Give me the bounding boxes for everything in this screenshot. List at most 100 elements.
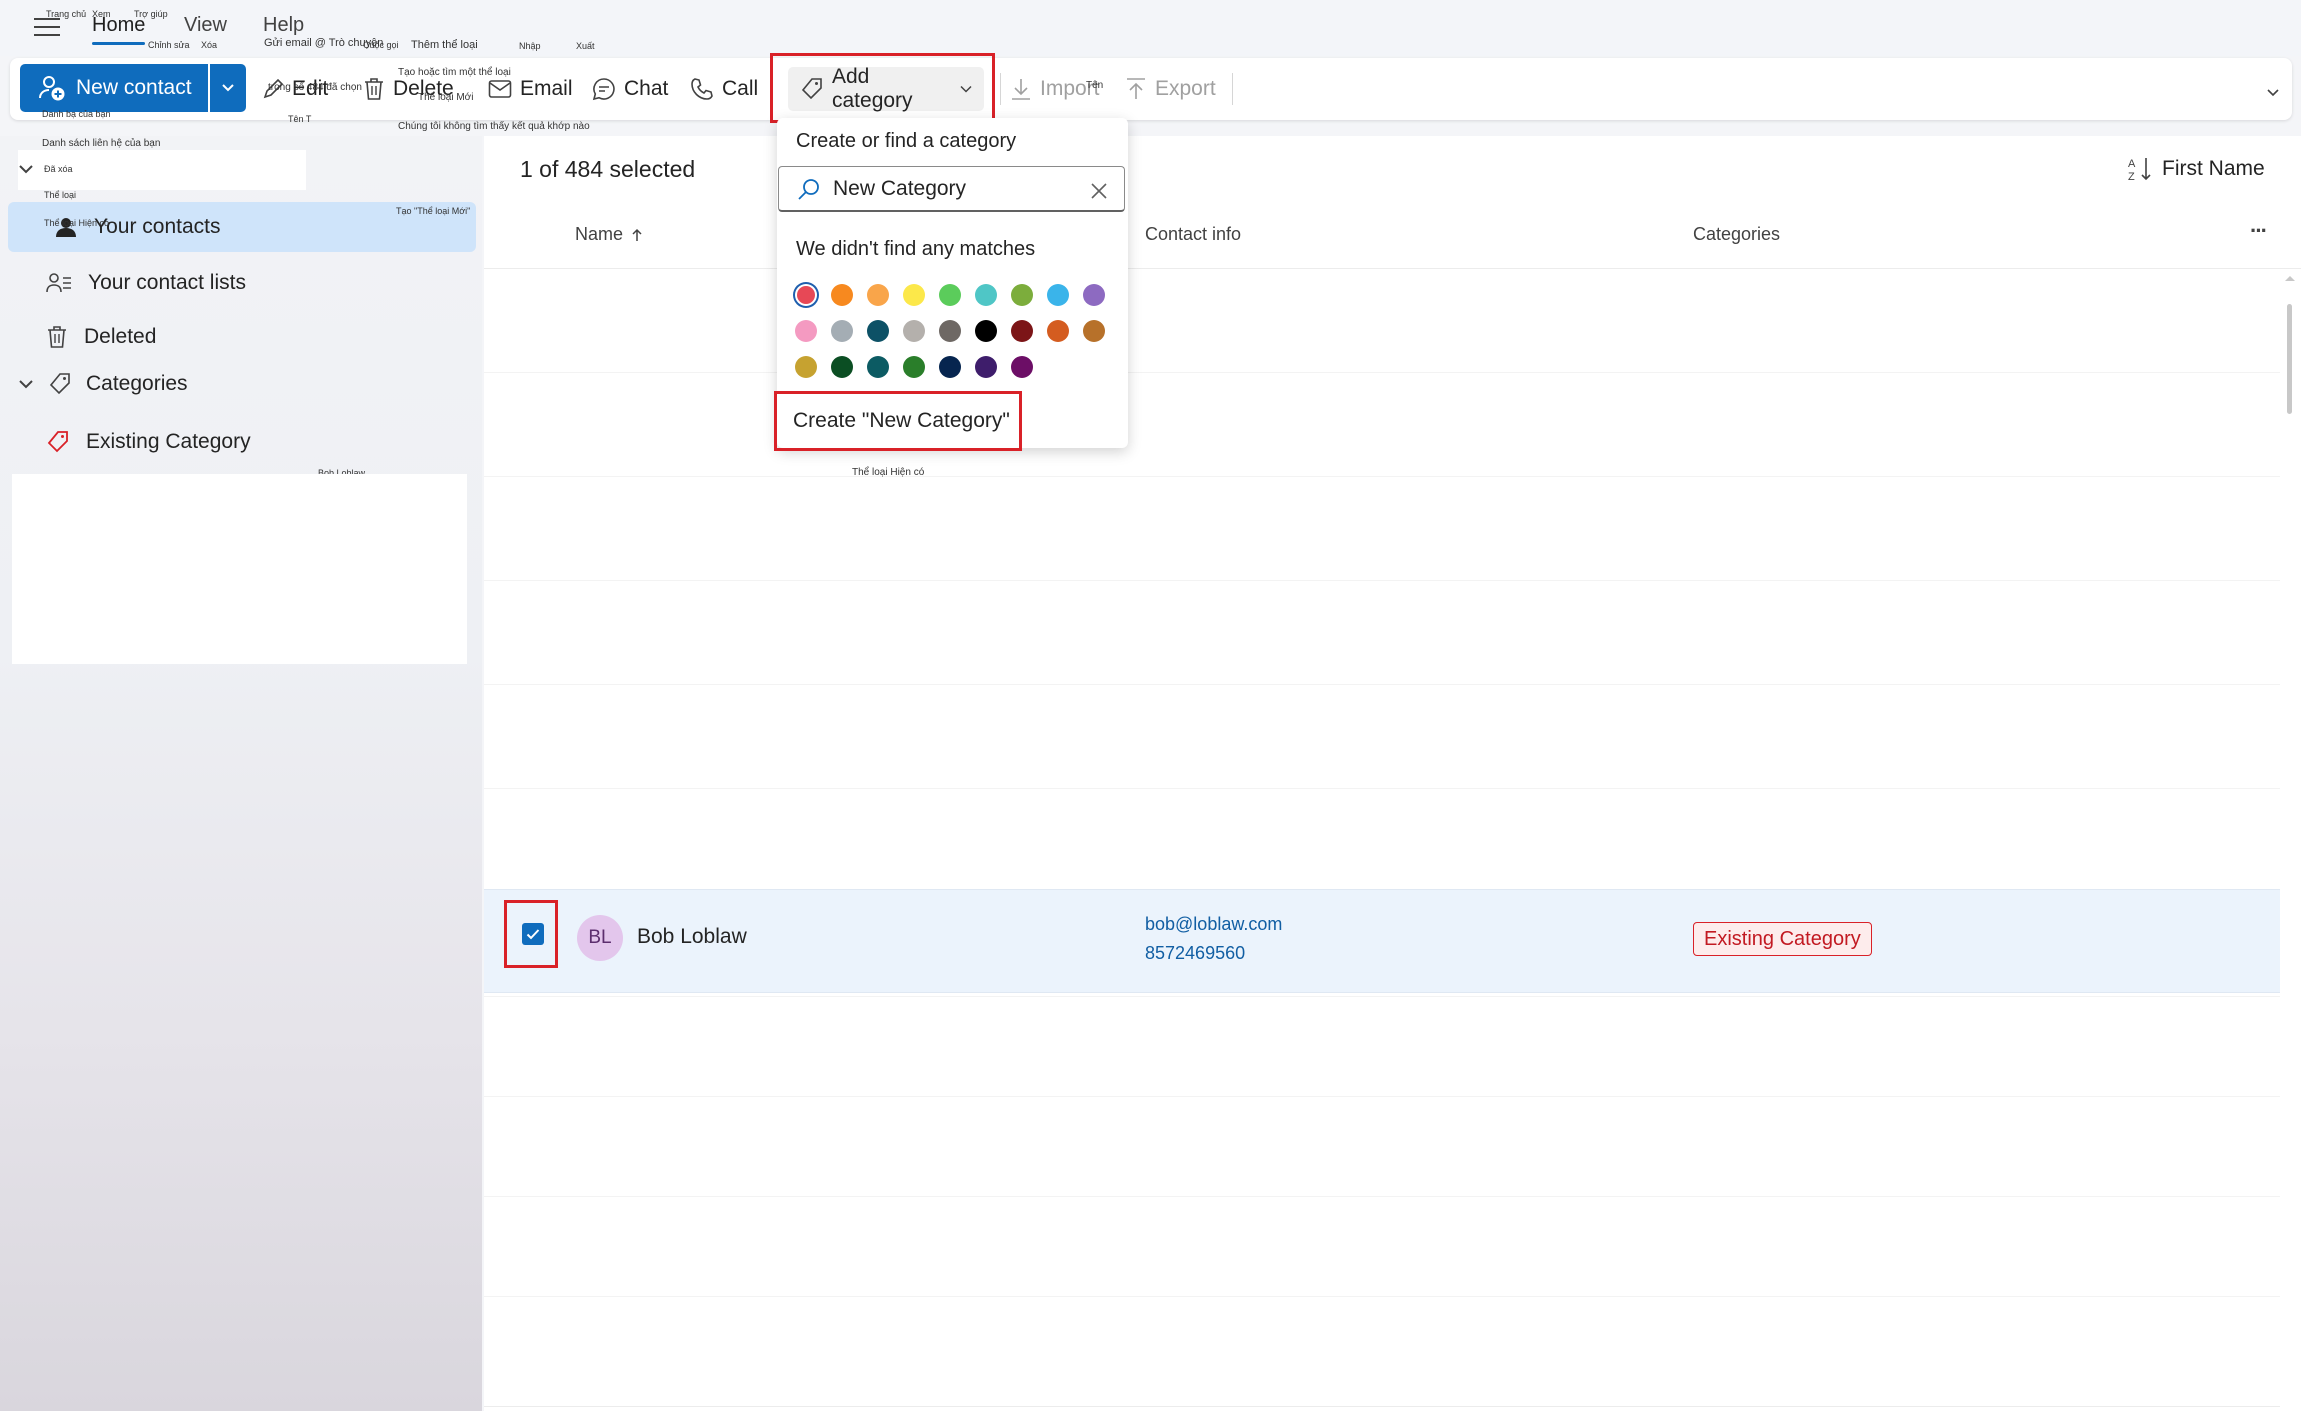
color-swatch[interactable] [975, 356, 997, 378]
add-category-dropdown: Create or find a category New Category W… [774, 118, 1128, 451]
selection-count: 1 of 484 selected [520, 156, 696, 182]
color-swatch[interactable] [903, 356, 925, 378]
upload-icon [1127, 78, 1145, 99]
sidebar-item-your-contact-lists[interactable]: Your contact lists [0, 258, 476, 308]
color-swatch[interactable] [975, 320, 997, 342]
table-row[interactable]: BL Bob Loblaw bob@loblaw.com 8572469560 … [484, 889, 2280, 993]
overlay-categories-vi: Thể loại [44, 190, 77, 200]
row-divider [484, 1096, 2280, 1097]
ribbon-separator [1000, 73, 1001, 105]
chevron-down-icon [19, 380, 33, 389]
export-label: Export [1155, 77, 1216, 100]
overlay-add-category-vi: Thêm thể loại [411, 39, 478, 51]
sidebar-item-deleted[interactable]: Deleted [0, 312, 476, 362]
color-swatch[interactable] [975, 284, 997, 306]
overlay-contact-lists-vi: Danh sách liên hệ của bạn [42, 138, 161, 149]
overlay-delete-vi: Xóa [201, 40, 218, 50]
red-tag-icon [47, 431, 68, 453]
overlay-existing-vi: Thể loại Hiện có [44, 218, 110, 228]
category-badge[interactable]: Existing Category [1693, 922, 1872, 956]
sidebar-item-label: Deleted [84, 325, 157, 348]
avatar: BL [577, 915, 623, 961]
row-divider [484, 1406, 2280, 1407]
color-swatch[interactable] [867, 356, 889, 378]
color-swatch[interactable] [1011, 320, 1033, 342]
add-category-label: Add category [832, 65, 913, 112]
overlay-create-vi: Tạo "Thể loại Mới" [396, 206, 471, 216]
color-swatch[interactable] [795, 356, 817, 378]
tag-icon [801, 78, 822, 100]
scroll-up-arrow-icon[interactable] [2284, 274, 2296, 282]
sort-label: First Name [2162, 157, 2265, 180]
chat-button[interactable]: Chat [592, 67, 668, 111]
new-contact-button[interactable]: New contact [20, 64, 208, 112]
color-swatch[interactable] [867, 320, 889, 342]
row-divider [484, 788, 2280, 789]
mail-icon [488, 80, 512, 98]
row-divider [484, 996, 2280, 997]
call-button[interactable]: Call [690, 67, 758, 111]
category-search-box[interactable]: New Category [778, 166, 1125, 212]
color-swatch[interactable] [1011, 356, 1033, 378]
tab-help[interactable]: Help [263, 14, 304, 37]
color-swatch[interactable] [831, 356, 853, 378]
column-header-contact-info[interactable]: Contact info [1145, 224, 1241, 245]
more-options-icon[interactable]: ··· [2250, 218, 2268, 244]
color-swatch[interactable] [939, 284, 961, 306]
overlay-find-category-vi: Tạo hoặc tìm một thể loại [398, 67, 511, 78]
contacts-list-pane: 1 of 484 selected AZ First Name Name Con… [484, 136, 2301, 1411]
tab-view[interactable]: View [184, 14, 227, 37]
create-category-button[interactable]: Create "New Category" [793, 409, 1010, 433]
color-swatch[interactable] [903, 284, 925, 306]
contact-email[interactable]: bob@loblaw.com [1145, 914, 1282, 935]
download-icon [1012, 79, 1030, 100]
chat-icon [592, 78, 615, 101]
contact-phone[interactable]: 8572469560 [1145, 943, 1245, 964]
color-swatch[interactable] [939, 356, 961, 378]
row-checkbox[interactable] [522, 923, 544, 945]
vertical-scrollbar-thumb[interactable] [2287, 304, 2292, 414]
category-search-input[interactable]: New Category [833, 177, 966, 201]
clear-search-close-icon[interactable] [1090, 182, 1108, 200]
color-swatch[interactable] [831, 320, 853, 342]
overlay-new-contact-vi: Danh bạ của bạn [42, 109, 111, 119]
add-category-button[interactable]: Add category [788, 65, 984, 112]
hamburger-icon[interactable] [34, 16, 60, 38]
sort-button[interactable]: AZ First Name [2128, 156, 2265, 182]
avatar-initials: BL [588, 927, 612, 948]
color-swatch[interactable] [1047, 284, 1069, 306]
sidebar-item-existing-category[interactable]: Existing Category [0, 417, 476, 467]
call-label: Call [722, 77, 759, 100]
tab-home-indicator [92, 42, 146, 45]
new-contact-label: New contact [76, 76, 192, 99]
color-swatch[interactable] [831, 284, 853, 306]
color-swatch[interactable] [1083, 320, 1105, 342]
sidebar-chevron-down-icon[interactable] [18, 164, 34, 174]
color-swatch[interactable] [1011, 284, 1033, 306]
dropdown-heading: Create or find a category [796, 130, 1017, 152]
new-contact-dropdown[interactable] [210, 64, 246, 112]
column-header-categories[interactable]: Categories [1693, 224, 1780, 245]
contact-name[interactable]: Bob Loblaw [637, 925, 747, 949]
color-swatch[interactable] [1083, 284, 1105, 306]
color-swatch[interactable] [903, 320, 925, 342]
color-swatch[interactable] [797, 286, 815, 304]
sidebar-group-categories[interactable]: Categories [18, 372, 188, 396]
ribbon-expand-chevron-icon[interactable] [2266, 88, 2280, 98]
arrow-up-icon [632, 228, 642, 241]
add-person-icon [39, 76, 65, 101]
column-header-name[interactable]: Name [575, 224, 643, 245]
row-divider [484, 580, 2280, 581]
overlay-deleted-vi: Đã xóa [44, 164, 73, 174]
export-button[interactable]: Export [1125, 67, 1216, 111]
overlay-call-vi: Cuộc gọi [363, 40, 399, 50]
trash-icon [48, 326, 66, 348]
color-swatch[interactable] [1047, 320, 1069, 342]
color-swatch[interactable] [939, 320, 961, 342]
color-swatch[interactable] [867, 284, 889, 306]
overlay-selected-vi: trong số 484 đã chọn [268, 82, 362, 93]
tag-icon [49, 373, 70, 395]
overlay-name-short-vi: Tên T [288, 114, 312, 124]
color-swatch[interactable] [795, 320, 817, 342]
no-matches-message: We didn't find any matches [796, 238, 1036, 260]
